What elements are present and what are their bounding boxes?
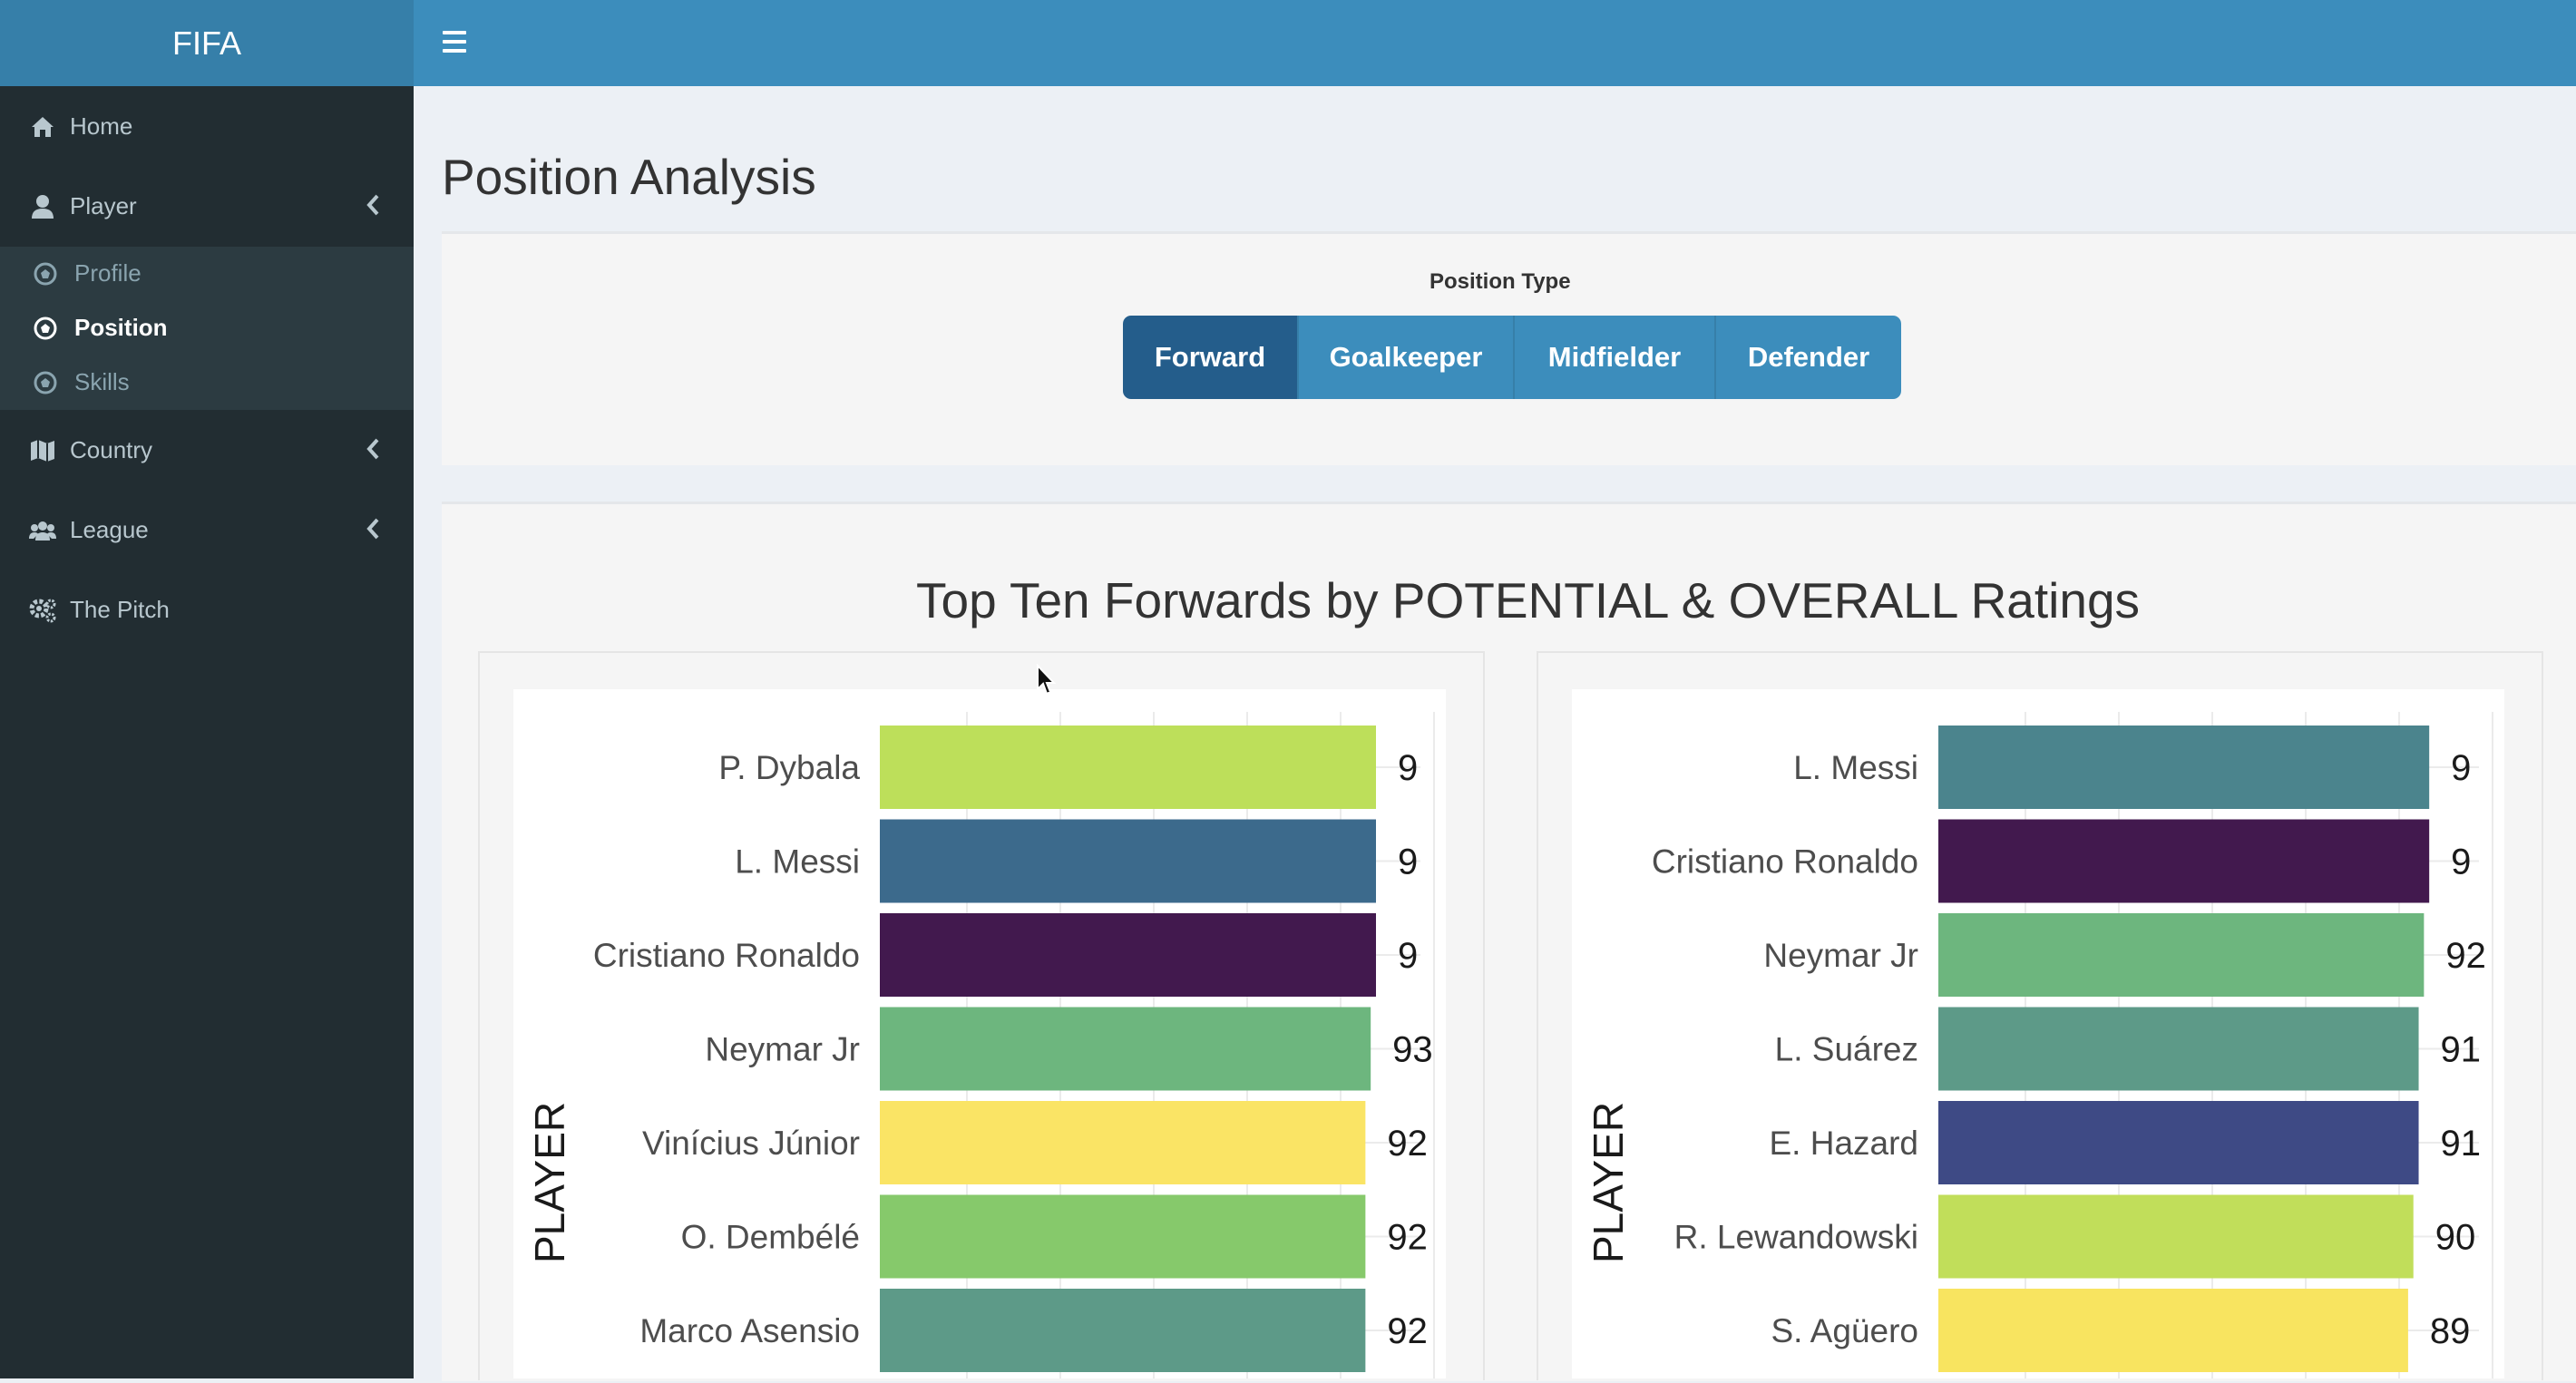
sidebar-item-the-pitch[interactable]: The Pitch xyxy=(0,570,414,649)
tick-label: R. Lewandowski xyxy=(1674,1219,1918,1256)
bar xyxy=(1938,913,2425,997)
tick-label: L. Messi xyxy=(1793,749,1918,786)
chevron-left-icon xyxy=(366,438,379,460)
soccer-ball-icon xyxy=(34,371,57,394)
data-label: 92 xyxy=(2445,936,2486,976)
soccer-ball-icon xyxy=(34,262,57,286)
tick-label: Vinícius Júnior xyxy=(642,1125,860,1162)
app-logo[interactable]: FIFA xyxy=(0,0,414,86)
bar xyxy=(880,913,1376,997)
data-label: 9 xyxy=(1398,748,1418,788)
sidebar-item-label: League xyxy=(70,515,149,543)
sidebar-item-label: Country xyxy=(70,435,153,463)
top-navbar xyxy=(414,0,2576,86)
tick-label: Neymar Jr xyxy=(705,1031,860,1068)
chart-title: Top Ten Forwards by POTENTIAL & OVERALL … xyxy=(916,572,2141,628)
bar xyxy=(880,1194,1366,1279)
cogs-icon xyxy=(29,599,56,623)
bar xyxy=(1938,1194,2414,1279)
bar-chart-potential: P. Dybala 9 L. Messi 9 Cristiano Ronaldo 9 Ney… xyxy=(526,712,1435,1378)
chevron-left-icon xyxy=(366,518,379,540)
data-label: 92 xyxy=(1387,1218,1428,1258)
tick-label: O. Dembélé xyxy=(681,1219,860,1256)
data-label: 9 xyxy=(1398,936,1418,976)
position-type-button-group: Forward Goalkeeper Midfielder Defender xyxy=(1123,316,1901,399)
tick-label: S. Agüero xyxy=(1771,1312,1918,1349)
data-label: 91 xyxy=(2441,1124,2482,1164)
tick-label: E. Hazard xyxy=(1769,1125,1918,1162)
data-label: 92 xyxy=(1387,1124,1428,1164)
tick-label: P. Dybala xyxy=(718,749,860,786)
bar xyxy=(880,1007,1371,1091)
data-label: 90 xyxy=(2435,1218,2476,1258)
bar xyxy=(880,726,1376,809)
tick-label: Marco Asensio xyxy=(639,1312,860,1349)
sidebar-item-league[interactable]: League xyxy=(0,490,414,570)
tick-label: Neymar Jr xyxy=(1763,937,1918,974)
sidebar-item-label: Player xyxy=(70,191,137,219)
sidebar-subitem-label: Profile xyxy=(74,259,141,287)
axis-label: PLAYER xyxy=(526,1102,573,1263)
bar xyxy=(1938,726,2430,809)
sidebar-subitem-position[interactable]: Position xyxy=(0,301,414,354)
data-label: 9 xyxy=(1398,842,1418,882)
sidebar: FIFA Home Player Profile Position Skills… xyxy=(0,0,414,1378)
chart-overall: L. Messi 9 Cristiano Ronaldo 9 Neymar Jr 92 L.… xyxy=(1572,689,2504,1378)
sidebar-subitem-label: Skills xyxy=(74,368,130,395)
bar xyxy=(880,819,1376,903)
sidebar-item-label: The Pitch xyxy=(70,595,170,623)
tick-label: Cristiano Ronaldo xyxy=(1652,843,1918,881)
page-title: Position Analysis xyxy=(442,149,816,205)
sidebar-item-player[interactable]: Player xyxy=(0,166,414,246)
user-icon xyxy=(32,195,54,219)
data-label: 9 xyxy=(2451,748,2471,788)
chart-potential: P. Dybala 9 L. Messi 9 Cristiano Ronaldo 9 Ney… xyxy=(513,689,1446,1378)
bar xyxy=(1938,819,2430,903)
sidebar-subitem-label: Position xyxy=(74,314,168,341)
sidebar-subitem-skills[interactable]: Skills xyxy=(0,355,414,408)
tick-label: L. Suárez xyxy=(1775,1031,1918,1068)
axis-label: PLAYER xyxy=(1585,1102,1632,1263)
data-label: 92 xyxy=(1387,1311,1428,1351)
data-label: 93 xyxy=(1392,1030,1433,1070)
map-icon xyxy=(31,440,54,462)
tick-label: Cristiano Ronaldo xyxy=(593,937,860,974)
bar xyxy=(1938,1101,2419,1184)
bar-chart-overall: L. Messi 9 Cristiano Ronaldo 9 Neymar Jr 92 L.… xyxy=(1585,712,2493,1378)
mouse-cursor-icon xyxy=(1037,664,1057,696)
sidebar-item-country[interactable]: Country xyxy=(0,410,414,490)
hamburger-menu-icon[interactable] xyxy=(443,25,466,58)
soccer-ball-icon xyxy=(34,317,57,340)
forward-button[interactable]: Forward xyxy=(1123,316,1299,399)
users-icon xyxy=(29,521,56,541)
tick-label: L. Messi xyxy=(735,843,860,881)
sidebar-item-home[interactable]: Home xyxy=(0,86,414,166)
home-icon xyxy=(32,117,54,137)
bar xyxy=(880,1101,1366,1184)
sidebar-subitem-profile[interactable]: Profile xyxy=(0,247,414,299)
bar xyxy=(1938,1289,2408,1372)
bar xyxy=(1938,1007,2419,1091)
chevron-left-icon xyxy=(366,194,379,216)
position-type-label: Position Type xyxy=(1429,269,1571,294)
midfielder-button[interactable]: Midfielder xyxy=(1515,316,1716,399)
data-label: 9 xyxy=(2451,842,2471,882)
data-label: 91 xyxy=(2441,1030,2482,1070)
data-label: 89 xyxy=(2430,1311,2471,1351)
defender-button[interactable]: Defender xyxy=(1716,316,1901,399)
player-submenu: Profile Position Skills xyxy=(0,247,414,410)
goalkeeper-button[interactable]: Goalkeeper xyxy=(1299,316,1515,399)
sidebar-item-label: Home xyxy=(70,112,133,140)
bar xyxy=(880,1289,1366,1372)
